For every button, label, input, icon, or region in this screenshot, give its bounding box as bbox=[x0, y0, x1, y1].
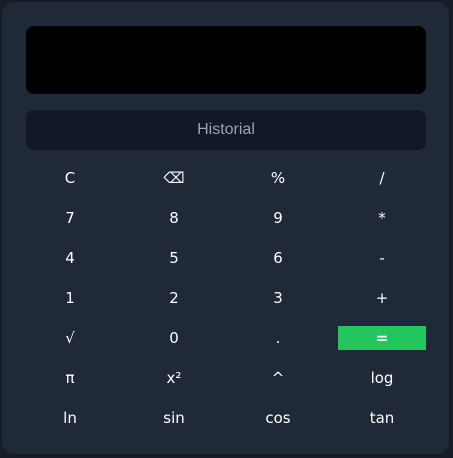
digit-6-button[interactable]: 6 bbox=[234, 238, 322, 278]
history-button[interactable]: Historial bbox=[26, 110, 426, 150]
tan-button[interactable]: tan bbox=[338, 398, 426, 438]
digit-5-button[interactable]: 5 bbox=[130, 238, 218, 278]
digit-0-button[interactable]: 0 bbox=[130, 318, 218, 358]
add-button[interactable]: + bbox=[338, 278, 426, 318]
digit-8-button[interactable]: 8 bbox=[130, 198, 218, 238]
backspace-icon: ⌫ bbox=[163, 169, 185, 187]
log-button[interactable]: log bbox=[338, 358, 426, 398]
digit-3-button[interactable]: 3 bbox=[234, 278, 322, 318]
pi-button[interactable]: π bbox=[26, 358, 114, 398]
digit-2-button[interactable]: 2 bbox=[130, 278, 218, 318]
keypad: C ⌫ % / 7 8 9 * 4 5 6 - 1 2 3 + √ 0 . = … bbox=[26, 158, 426, 438]
digit-7-button[interactable]: 7 bbox=[26, 198, 114, 238]
multiply-button[interactable]: * bbox=[338, 198, 426, 238]
percent-button[interactable]: % bbox=[234, 158, 322, 198]
history-label: Historial bbox=[197, 121, 255, 138]
sin-button[interactable]: sin bbox=[130, 398, 218, 438]
calculator-display bbox=[26, 26, 426, 94]
digit-9-button[interactable]: 9 bbox=[234, 198, 322, 238]
backspace-button[interactable]: ⌫ bbox=[130, 158, 218, 198]
decimal-button[interactable]: . bbox=[234, 318, 322, 358]
sqrt-button[interactable]: √ bbox=[26, 318, 114, 358]
equals-button[interactable]: = bbox=[338, 318, 426, 358]
ln-button[interactable]: ln bbox=[26, 398, 114, 438]
cos-button[interactable]: cos bbox=[234, 398, 322, 438]
digit-1-button[interactable]: 1 bbox=[26, 278, 114, 318]
square-button[interactable]: x² bbox=[130, 358, 218, 398]
calculator: Historial C ⌫ % / 7 8 9 * 4 5 6 - 1 2 3 … bbox=[2, 2, 449, 454]
divide-button[interactable]: / bbox=[338, 158, 426, 198]
subtract-button[interactable]: - bbox=[338, 238, 426, 278]
power-button[interactable]: ^ bbox=[234, 358, 322, 398]
clear-button[interactable]: C bbox=[26, 158, 114, 198]
digit-4-button[interactable]: 4 bbox=[26, 238, 114, 278]
